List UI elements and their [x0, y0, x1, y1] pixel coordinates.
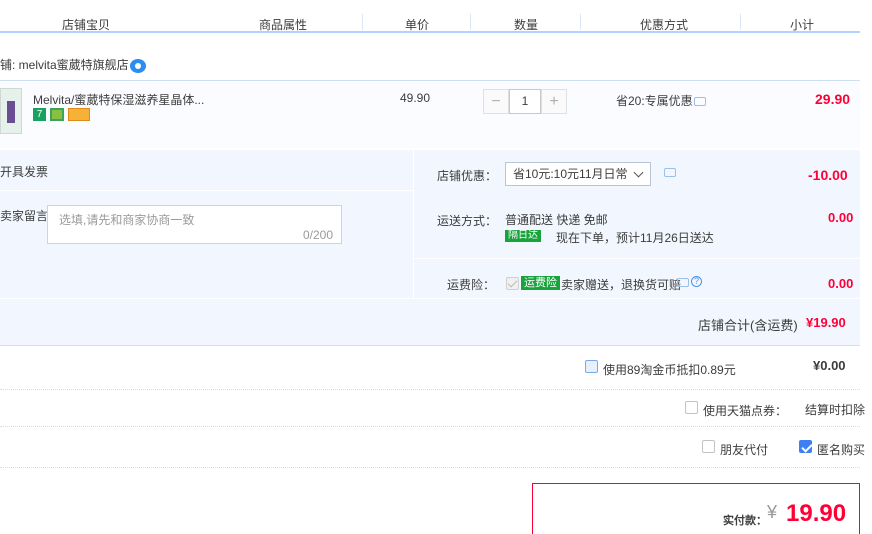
divider — [0, 426, 860, 427]
product-thumbnail[interactable] — [0, 88, 22, 134]
message-counter: 0/200 — [303, 228, 334, 242]
insurance-checkbox[interactable] — [506, 277, 519, 290]
help-icon[interactable]: ? — [691, 276, 702, 287]
unit-price: 49.90 — [400, 91, 431, 105]
col-attrs: 商品属性 — [259, 18, 308, 32]
item-promo: 省20:专属优惠 — [616, 94, 693, 108]
qty-plus-button[interactable]: + — [541, 89, 567, 114]
item-subtotal: 29.90 — [815, 91, 851, 107]
divider — [414, 258, 860, 259]
shipping-amount: 0.00 — [828, 210, 854, 225]
insurance-text: 卖家赠送，退换货可赔 — [561, 278, 682, 292]
store-discount-select[interactable]: 省10元:10元11月日常 — [505, 162, 651, 186]
store-name[interactable]: 铺: melvita蜜葳特旗舰店 — [0, 56, 129, 73]
seven-day-return-icon: 7 — [33, 108, 46, 121]
insurance-tag: 运费险 — [521, 276, 560, 290]
next-day-tag: 隔日达 — [505, 230, 541, 242]
anonymous-label: 匿名购买 — [817, 443, 866, 457]
insurance-info-icon[interactable] — [677, 278, 689, 287]
chevron-down-icon — [633, 167, 644, 178]
insurance-amount: 0.00 — [828, 276, 854, 291]
qty-input[interactable]: 1 — [509, 89, 541, 114]
quantity-stepper: − 1 + — [483, 89, 567, 114]
divider — [740, 14, 741, 30]
friend-pay-label: 朋友代付 — [720, 443, 769, 457]
store-total-label: 店铺合计(含运费) — [698, 318, 798, 333]
divider — [362, 14, 363, 30]
pay-label: 实付款： — [723, 515, 767, 527]
divider — [0, 467, 860, 468]
divider — [470, 14, 471, 30]
divider — [0, 389, 860, 390]
store-discount-label: 店铺优惠： — [437, 169, 498, 183]
pay-amount: 19.90 — [786, 500, 847, 527]
promo-info-icon[interactable] — [694, 97, 706, 106]
anonymous-checkbox[interactable] — [799, 440, 812, 453]
table-header: 店铺宝贝 商品属性 单价 数量 优惠方式 小计 — [0, 0, 860, 33]
col-discount: 优惠方式 — [640, 18, 689, 32]
message-placeholder: 选填,请先和商家协商一致 — [59, 213, 195, 227]
col-price: 单价 — [405, 18, 430, 32]
col-store-item: 店铺宝贝 — [62, 18, 111, 32]
divider — [0, 298, 860, 299]
divider — [0, 190, 413, 191]
shipping-eta: 现在下单，预计11月26日送达 — [556, 231, 714, 245]
store-discount-value: 省10元:10元11月日常 — [513, 167, 628, 181]
insurance-label: 运费险： — [447, 278, 496, 292]
tmall-points-text: 使用天猫点券： — [703, 404, 788, 418]
divider — [413, 150, 414, 298]
guarantee-icon — [50, 108, 64, 121]
shipping-method: 普通配送 快递 免邮 — [505, 213, 608, 227]
product-title[interactable]: Melvita/蜜葳特保湿滋养星晶体... — [33, 91, 204, 108]
shipping-label: 运送方式： — [437, 214, 498, 228]
taobao-coin-checkbox[interactable] — [585, 360, 598, 373]
tmall-points-checkbox[interactable] — [685, 401, 698, 414]
qty-minus-button[interactable]: − — [483, 89, 509, 114]
store-total-amount: ¥19.90 — [806, 315, 846, 330]
pay-currency: ¥ — [767, 502, 778, 522]
friend-pay-checkbox[interactable] — [702, 440, 715, 453]
wangwang-chat-icon[interactable] — [130, 59, 146, 73]
store-discount-amount: -10.00 — [808, 167, 848, 183]
credit-card-icon — [68, 108, 90, 121]
divider — [580, 14, 581, 30]
discount-info-icon[interactable] — [664, 168, 676, 177]
col-subtotal: 小计 — [790, 18, 815, 32]
taobao-coin-text: 使用89淘金币抵扣0.89元 — [603, 363, 736, 377]
col-qty: 数量 — [514, 18, 539, 32]
invoice-link[interactable]: 开具发票 — [0, 163, 48, 180]
tmall-points-note: 结算时扣除 — [805, 403, 866, 417]
taobao-coin-amount: ¥0.00 — [813, 358, 846, 373]
